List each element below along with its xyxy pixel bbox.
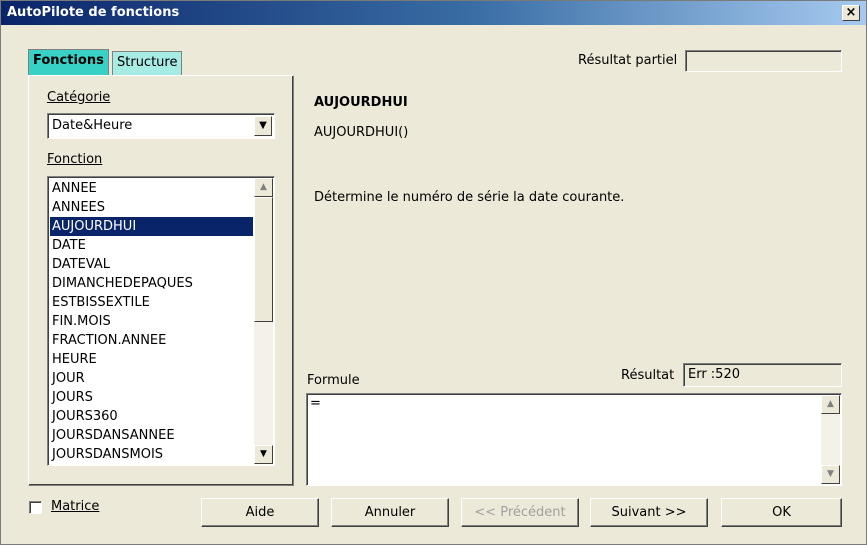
function-description: Détermine le numéro de série la date cou… (314, 190, 625, 205)
scroll-up-icon[interactable]: ▲ (254, 178, 273, 197)
list-item[interactable]: JOURSDANSMOIS (50, 445, 253, 464)
category-value: Date&Heure (52, 118, 133, 133)
list-item[interactable]: DATE (50, 236, 253, 255)
formula-scrollbar[interactable]: ▲ ▼ (821, 395, 840, 484)
formula-value: = (310, 396, 321, 411)
scroll-up-icon[interactable]: ▲ (821, 395, 840, 414)
list-item[interactable]: JOURS (50, 388, 253, 407)
function-list-scrollbar[interactable]: ▲ ▼ (254, 178, 273, 464)
ok-button[interactable]: OK (721, 498, 842, 527)
partial-result-label: Résultat partiel (578, 53, 678, 68)
function-name: AUJOURDHUI (314, 95, 408, 110)
tab-fonctions[interactable]: Fonctions (28, 49, 109, 75)
list-item[interactable]: ESTBISSEXTILE (50, 293, 253, 312)
list-item[interactable]: ANNEES (50, 198, 253, 217)
matrix-label: Matrice (51, 499, 100, 514)
matrix-checkbox[interactable] (29, 501, 42, 514)
partial-result-field (685, 50, 842, 72)
title-bar[interactable]: AutoPilote de fonctions × (1, 1, 866, 25)
help-button[interactable]: Aide (201, 498, 319, 527)
result-label: Résultat (621, 368, 675, 383)
formula-textarea[interactable]: = ▲ ▼ (306, 393, 842, 486)
result-field: Err :520 (683, 363, 842, 387)
list-item[interactable]: DIMANCHEDEPAQUES (50, 274, 253, 293)
list-item[interactable]: HEURE (50, 350, 253, 369)
next-button[interactable]: Suivant >> (590, 498, 708, 527)
list-item-selected[interactable]: AUJOURDHUI (50, 217, 253, 236)
category-dropdown[interactable]: Date&Heure ▼ (47, 113, 275, 139)
list-item[interactable]: JOURSDANSANNEE (50, 426, 253, 445)
category-label: Catégorie (47, 90, 111, 105)
function-syntax: AUJOURDHUI() (314, 125, 409, 140)
scrollbar-thumb[interactable] (254, 197, 273, 322)
window-title: AutoPilote de fonctions (7, 5, 180, 20)
list-item[interactable]: FRACTION.ANNEE (50, 331, 253, 350)
formula-label: Formule (307, 373, 360, 388)
previous-button[interactable]: << Précédent (461, 498, 579, 527)
scroll-down-icon[interactable]: ▼ (821, 465, 840, 484)
cancel-button[interactable]: Annuler (331, 498, 449, 527)
scroll-down-icon[interactable]: ▼ (254, 445, 273, 464)
list-item[interactable]: FIN.MOIS (50, 312, 253, 331)
function-listbox[interactable]: ANNEE ANNEES AUJOURDHUI DATE DATEVAL DIM… (47, 176, 275, 466)
function-wizard-dialog: AutoPilote de fonctions × Fonctions Stru… (0, 0, 867, 545)
list-item[interactable]: JOURS360 (50, 407, 253, 426)
chevron-down-icon[interactable]: ▼ (254, 116, 272, 136)
tab-structure[interactable]: Structure (112, 51, 183, 75)
function-label: Fonction (47, 152, 103, 167)
list-item[interactable]: JOUR (50, 369, 253, 388)
list-item[interactable]: DATEVAL (50, 255, 253, 274)
list-item[interactable]: ANNEE (50, 179, 253, 198)
close-button[interactable]: × (842, 5, 860, 21)
